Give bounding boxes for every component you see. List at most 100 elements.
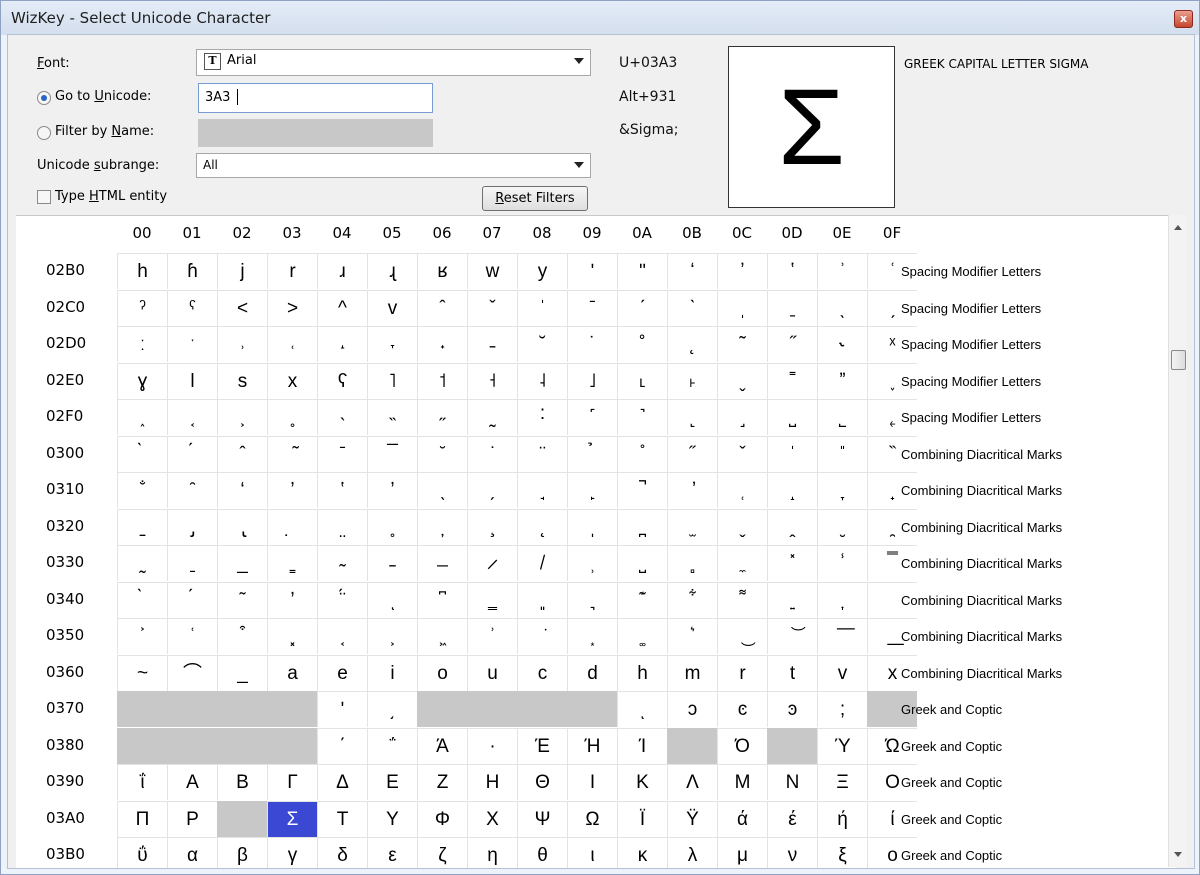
character-cell[interactable]: ̓ xyxy=(267,581,317,618)
character-cell[interactable]: u xyxy=(467,654,517,691)
close-button[interactable]: x xyxy=(1174,10,1193,28)
character-cell[interactable]: ̚ xyxy=(617,472,667,508)
character-cell[interactable]: ́ xyxy=(167,435,217,472)
character-cell[interactable]: ˛ xyxy=(667,326,717,362)
character-cell[interactable]: ʕ xyxy=(317,362,367,399)
character-cell[interactable]: λ xyxy=(667,837,717,868)
subrange-dropdown[interactable]: All xyxy=(196,153,591,178)
character-cell[interactable]: Β xyxy=(217,764,267,800)
character-cell[interactable]: ˞ xyxy=(817,326,867,362)
character-cell[interactable]: ˀ xyxy=(117,289,167,326)
character-cell[interactable]: ζ xyxy=(417,837,467,868)
character-cell[interactable]: ε xyxy=(367,837,417,868)
character-cell[interactable]: Ν xyxy=(767,764,817,800)
character-cell[interactable]: < xyxy=(217,289,267,326)
character-cell[interactable]: ͘ xyxy=(517,618,567,654)
character-cell[interactable]: ~ xyxy=(117,654,167,691)
scroll-up-icon[interactable] xyxy=(1174,225,1182,230)
character-cell[interactable] xyxy=(667,727,717,764)
character-cell[interactable] xyxy=(217,691,267,727)
character-cell[interactable]: ɻ xyxy=(367,253,417,289)
character-cell[interactable]: Η xyxy=(467,764,517,800)
character-cell[interactable]: ͇ xyxy=(467,581,517,618)
character-cell[interactable]: ʼ xyxy=(717,253,767,289)
character-cell[interactable]: ˶ xyxy=(417,399,467,435)
character-cell[interactable]: ̀ xyxy=(117,581,167,618)
character-cell[interactable]: ˔ xyxy=(317,326,367,362)
character-cell[interactable]: ̢ xyxy=(217,508,267,545)
character-cell[interactable]: η xyxy=(467,837,517,868)
character-cell[interactable]: t xyxy=(767,654,817,691)
character-cell[interactable]: ͙ xyxy=(567,618,617,654)
character-cell[interactable]: ι xyxy=(567,837,617,868)
character-cell[interactable]: ξ xyxy=(817,837,867,868)
character-cell[interactable]: h xyxy=(117,253,167,289)
character-cell[interactable]: ͅ xyxy=(367,581,417,618)
character-cell[interactable]: ͒ xyxy=(217,618,267,654)
character-cell[interactable]: ̨ xyxy=(517,508,567,545)
character-cell[interactable]: ˉ xyxy=(567,289,617,326)
character-cell[interactable]: ˼ xyxy=(717,399,767,435)
type-html-entity-checkbox[interactable] xyxy=(37,190,51,204)
character-cell[interactable]: ˊ xyxy=(617,289,667,326)
character-cell[interactable]: ̞ xyxy=(817,472,867,508)
character-cell[interactable]: ˇ xyxy=(467,289,517,326)
character-cell[interactable]: ʹ xyxy=(567,253,617,289)
character-cell[interactable]: ̈ xyxy=(517,435,567,472)
character-cell[interactable]: ˰ xyxy=(117,399,167,435)
character-cell[interactable]: ͗ xyxy=(467,618,517,654)
character-cell[interactable] xyxy=(117,727,167,764)
character-cell[interactable]: ̺ xyxy=(617,545,667,581)
character-cell[interactable]: ̜ xyxy=(717,472,767,508)
character-cell[interactable]: ˙ xyxy=(567,326,617,362)
character-cell[interactable]: ˫ xyxy=(667,362,717,399)
character-cell[interactable]: i xyxy=(367,654,417,691)
character-cell[interactable]: ˁ xyxy=(167,289,217,326)
character-cell[interactable]: ͆ xyxy=(417,581,467,618)
character-cell[interactable]: m xyxy=(667,654,717,691)
character-cell[interactable]: ̥ xyxy=(367,508,417,545)
character-cell[interactable]: Φ xyxy=(417,800,467,837)
character-cell[interactable]: ̳ xyxy=(267,545,317,581)
character-cell[interactable]: Τ xyxy=(317,800,367,837)
character-cell[interactable]: ΅ xyxy=(367,727,417,764)
character-cell[interactable]: ^ xyxy=(317,289,367,326)
character-cell[interactable]: ͌ xyxy=(717,581,767,618)
character-cell[interactable]: ̒ xyxy=(217,472,267,508)
character-cell[interactable]: Σ xyxy=(267,800,317,837)
character-cell[interactable]: Π xyxy=(117,800,167,837)
character-cell[interactable]: ͐ xyxy=(117,618,167,654)
character-cell[interactable]: ˑ xyxy=(167,326,217,362)
character-cell[interactable]: ̝ xyxy=(767,472,817,508)
character-cell[interactable]: α xyxy=(167,837,217,868)
character-cell[interactable]: ̓ xyxy=(267,472,317,508)
character-cell[interactable]: a xyxy=(267,654,317,691)
character-cell[interactable]: ˷ xyxy=(467,399,517,435)
character-cell[interactable]: v xyxy=(367,289,417,326)
character-cell[interactable]: ̦ xyxy=(417,508,467,545)
character-cell[interactable]: Ξ xyxy=(817,764,867,800)
character-cell[interactable]: ͚ xyxy=(617,618,667,654)
character-cell[interactable]: l xyxy=(167,362,217,399)
character-cell[interactable] xyxy=(217,727,267,764)
character-cell[interactable]: ͖ xyxy=(417,618,467,654)
character-cell[interactable]: Μ xyxy=(717,764,767,800)
character-cell[interactable]: ɹ xyxy=(317,253,367,289)
character-cell[interactable]: ̑ xyxy=(167,472,217,508)
character-cell[interactable]: ˨ xyxy=(517,362,567,399)
character-cell[interactable]: ̬ xyxy=(717,508,767,545)
character-cell[interactable]: ̻ xyxy=(667,545,717,581)
character-cell[interactable]: Ε xyxy=(367,764,417,800)
character-cell[interactable]: ̪ xyxy=(617,508,667,545)
character-cell[interactable]: Ά xyxy=(417,727,467,764)
character-cell[interactable]: ̴ xyxy=(317,545,367,581)
character-cell[interactable]: ̶ xyxy=(417,545,467,581)
character-cell[interactable]: ˻ xyxy=(667,399,717,435)
character-cell[interactable]: y xyxy=(517,253,567,289)
character-cell[interactable]: v xyxy=(817,654,867,691)
character-cell[interactable]: ͉ xyxy=(567,581,617,618)
character-cell[interactable]: ͑ xyxy=(167,618,217,654)
character-cell[interactable]: ̫ xyxy=(667,508,717,545)
character-cell[interactable]: ; xyxy=(817,691,867,727)
goto-unicode-radio[interactable] xyxy=(37,91,51,105)
